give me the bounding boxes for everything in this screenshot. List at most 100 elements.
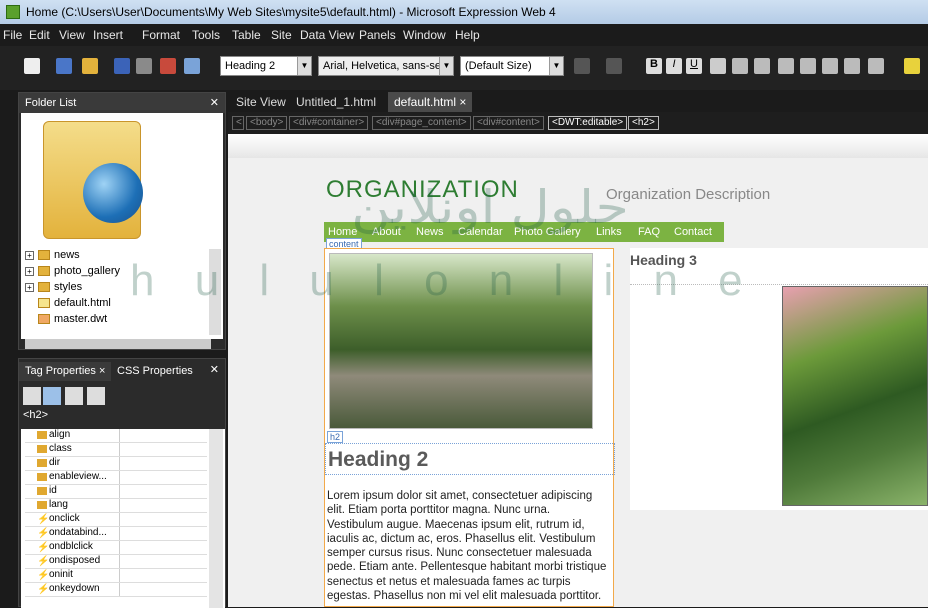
highlight-icon[interactable] — [904, 58, 920, 74]
borders-icon[interactable] — [868, 58, 884, 74]
folder-list-header: Folder List ✕ — [19, 93, 225, 113]
sidebar-region[interactable]: Heading 3 — [630, 248, 928, 510]
pin-icon[interactable]: ✕ — [210, 363, 219, 376]
menu-table[interactable]: Table — [232, 28, 261, 42]
tab-css-properties[interactable]: CSS Properties — [111, 362, 199, 381]
tree-item-photo-gallery[interactable]: + photo_gallery — [25, 265, 120, 277]
underline-icon[interactable]: U — [686, 58, 702, 74]
size-dropdown[interactable]: (Default Size) ▼ — [460, 56, 564, 76]
tab-tag-properties[interactable]: Tag Properties × — [19, 362, 112, 381]
sort-az-icon[interactable] — [43, 387, 61, 405]
scroll-left-icon[interactable]: < — [232, 116, 244, 130]
menu-window[interactable]: Window — [403, 28, 446, 42]
expand-icon[interactable]: + — [25, 282, 34, 292]
event-row[interactable]: ⚡ ondatabind... — [25, 527, 207, 541]
nav-links[interactable]: Links — [596, 222, 622, 242]
align-center-icon[interactable] — [732, 58, 748, 74]
browser-icon[interactable] — [184, 58, 200, 74]
menu-insert[interactable]: Insert — [93, 28, 123, 42]
new-page-icon[interactable] — [24, 58, 40, 74]
nav-faq[interactable]: FAQ — [638, 222, 660, 242]
nav-news[interactable]: News — [416, 222, 444, 242]
italic-icon[interactable]: I — [666, 58, 682, 74]
content-region[interactable]: h2 Heading 2 Lorem ipsum dolor sit amet,… — [324, 248, 615, 607]
property-row[interactable]: enableview... — [25, 471, 207, 485]
align-right-icon[interactable] — [754, 58, 770, 74]
preview-icon[interactable] — [160, 58, 176, 74]
tab-site-view[interactable]: Site View — [230, 92, 292, 112]
folder-scrollbar[interactable] — [209, 249, 221, 335]
tree-item-label: default.html — [54, 297, 111, 309]
tree-item-default-html[interactable]: default.html — [38, 297, 111, 309]
decrease-indent-icon[interactable] — [822, 58, 838, 74]
publish-icon[interactable] — [136, 58, 152, 74]
event-icon: ⚡ — [37, 570, 50, 581]
categorized-icon[interactable] — [23, 387, 41, 405]
nav-photo-gallery[interactable]: Photo Gallery — [514, 222, 581, 242]
tab-default-html[interactable]: default.html × — [388, 92, 473, 112]
crumb-page-content[interactable]: <div#page_content> — [372, 116, 471, 130]
crumb-body[interactable]: <body> — [246, 116, 288, 130]
property-row[interactable]: dir — [25, 457, 207, 471]
bullet-list-icon[interactable] — [800, 58, 816, 74]
body-text: Lorem ipsum dolor sit amet, consectetuer… — [327, 489, 615, 603]
tag-icon[interactable] — [87, 387, 105, 405]
expand-icon[interactable]: + — [25, 266, 34, 276]
crumb-dwt-editable[interactable]: <DWT:editable> — [548, 116, 628, 130]
event-row[interactable]: ⚡ onclick — [25, 513, 207, 527]
menu-tools[interactable]: Tools — [192, 28, 220, 42]
font-dropdown[interactable]: Arial, Helvetica, sans-seri ▼ — [318, 56, 454, 76]
heading-2-block[interactable]: Heading 2 — [325, 443, 615, 475]
title-bar: Home (C:\Users\User\Documents\My Web Sit… — [0, 0, 928, 24]
pin-icon[interactable]: ✕ — [210, 96, 219, 109]
crumb-content[interactable]: <div#content> — [473, 116, 544, 130]
style-value: Heading 2 — [225, 60, 276, 72]
nav-calendar[interactable]: Calendar — [458, 222, 503, 242]
garden-photo[interactable] — [782, 286, 928, 506]
menu-edit[interactable]: Edit — [29, 28, 50, 42]
property-row[interactable]: align — [25, 429, 207, 443]
undo-icon[interactable] — [574, 58, 590, 74]
menu-site[interactable]: Site — [271, 28, 292, 42]
increase-indent-icon[interactable] — [844, 58, 860, 74]
tree-item-news[interactable]: + news — [25, 249, 80, 261]
design-view[interactable]: ORGANIZATION Organization Description Ho… — [228, 134, 928, 607]
open-icon[interactable] — [56, 58, 72, 74]
align-left-icon[interactable] — [710, 58, 726, 74]
folder-hscrollbar[interactable] — [25, 339, 211, 349]
crumb-container[interactable]: <div#container> — [289, 116, 369, 130]
show-set-properties-icon[interactable] — [65, 387, 83, 405]
crumb-h2[interactable]: <h2> — [628, 116, 659, 130]
event-row[interactable]: ⚡ onkeydown — [25, 583, 207, 597]
folder-icon[interactable] — [82, 58, 98, 74]
property-scrollbar[interactable] — [209, 429, 223, 608]
nav-contact[interactable]: Contact — [674, 222, 712, 242]
property-row[interactable]: class — [25, 443, 207, 457]
property-row[interactable]: lang — [25, 499, 207, 513]
style-dropdown[interactable]: Heading 2 ▼ — [220, 56, 312, 76]
menu-help[interactable]: Help — [455, 28, 480, 42]
numbered-list-icon[interactable] — [778, 58, 794, 74]
event-icon: ⚡ — [37, 542, 50, 553]
property-row[interactable]: id — [25, 485, 207, 499]
menu-file[interactable]: File — [3, 28, 22, 42]
tree-item-styles[interactable]: + styles — [25, 281, 82, 293]
bold-icon[interactable]: B — [646, 58, 662, 74]
menu-data-view[interactable]: Data View — [300, 28, 354, 42]
tab-untitled-1[interactable]: Untitled_1.html — [290, 92, 382, 112]
menu-format[interactable]: Format — [142, 28, 180, 42]
bridge-photo[interactable] — [329, 253, 593, 429]
tree-item-master-dwt[interactable]: master.dwt — [38, 313, 107, 325]
org-description: Organization Description — [606, 186, 771, 203]
menu-panels[interactable]: Panels — [359, 28, 396, 42]
redo-icon[interactable] — [606, 58, 622, 74]
tree-item-label: master.dwt — [54, 313, 108, 325]
save-icon[interactable] — [114, 58, 130, 74]
event-row[interactable]: ⚡ ondblclick — [25, 541, 207, 555]
event-row[interactable]: ⚡ ondisposed — [25, 555, 207, 569]
menu-view[interactable]: View — [59, 28, 85, 42]
expand-icon[interactable]: + — [25, 250, 34, 260]
divider — [630, 284, 928, 285]
event-row[interactable]: ⚡ oninit — [25, 569, 207, 583]
nav-about[interactable]: About — [372, 222, 401, 242]
